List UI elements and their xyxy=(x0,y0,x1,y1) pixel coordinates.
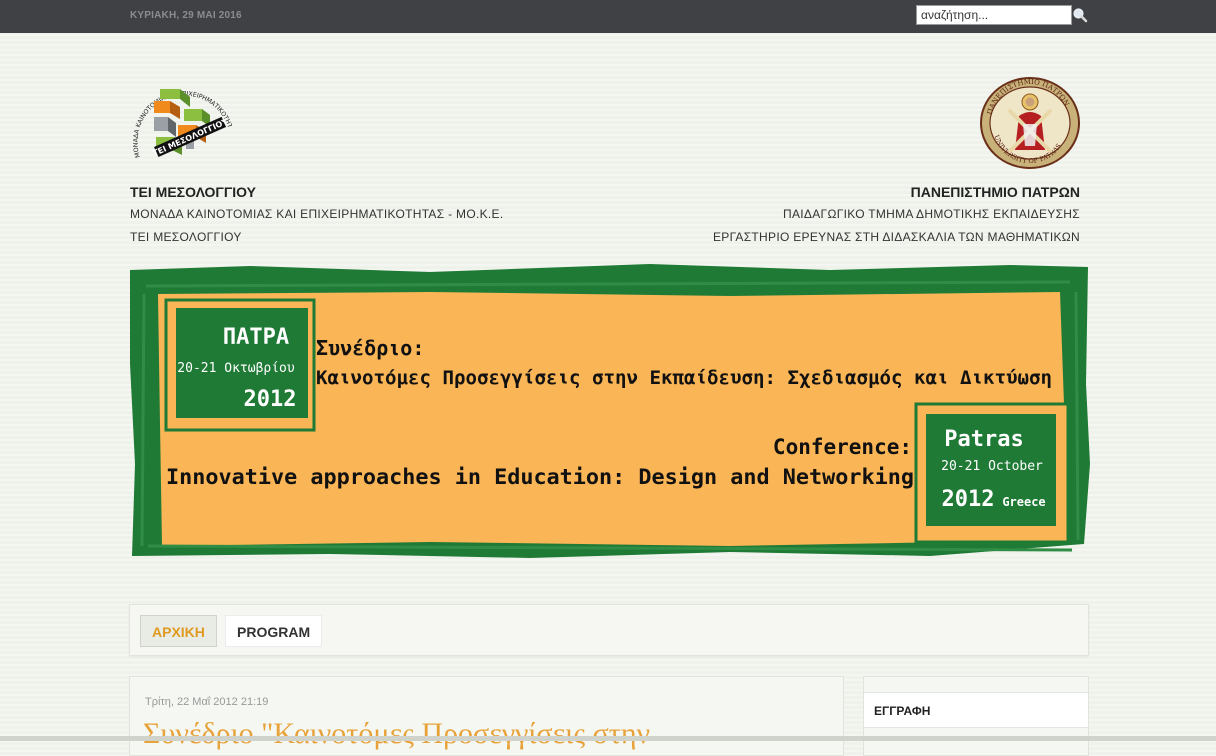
conference-banner[interactable]: ΠΑΤΡΑ 20-21 Οκτωβρίου 2012 Συνέδριο: Και… xyxy=(130,264,1090,560)
greek-dates: 20-21 Οκτωβρίου xyxy=(177,361,295,376)
sidebar-heading: ΕΓΓΡΑΦΗ xyxy=(874,704,931,718)
left-institution-unit: ΜΟΝΑΔΑ ΚΑΙΝΟΤΟΜΙΑΣ ΚΑΙ ΕΠΙΧΕΙΡΗΜΑΤΙΚΟΤΗΤ… xyxy=(130,207,504,221)
page-bottom-edge xyxy=(0,736,1216,741)
english-year: 2012 xyxy=(942,487,995,512)
top-bar: ΚΥΡΙΑΚΗ, 29 ΜΑΙ 2016 xyxy=(0,0,1216,33)
left-institution-title: ΤΕΙ ΜΕΣΟΛΟΓΓΙΟΥ xyxy=(130,184,256,200)
article-title[interactable]: Συνέδριο "Καινοτόμες Προσεγγίσεις στην xyxy=(143,717,650,751)
greek-conference-title: Καινοτόμες Προσεγγίσεις στην Εκπαίδευση:… xyxy=(316,368,1052,389)
search-icon[interactable] xyxy=(1072,7,1088,23)
main-navigation: ΑΡΧΙΚΗ PROGRAM xyxy=(129,604,1089,656)
tei-mesolongiou-logo[interactable]: ΜΟΝΑΔΑ ΚΑΙΝΟΤΟΜΙΑΣ & ΕΠΙΧΕΙΡΗΜΑΤΙΚΟΤΗΤΑΣ… xyxy=(126,70,233,173)
greek-date-box: ΠΑΤΡΑ 20-21 Οκτωβρίου 2012 xyxy=(164,298,316,432)
right-institution-title: ΠΑΝΕΠΙΣΤΗΜΙΟ ΠΑΤΡΩΝ xyxy=(910,184,1080,200)
english-date-box: Patras 20-21 October 2012 Greece xyxy=(914,402,1070,544)
english-country: Greece xyxy=(1002,495,1045,509)
nav-home[interactable]: ΑΡΧΙΚΗ xyxy=(140,615,217,647)
article-panel: Τρίτη, 22 Μαΐ 2012 21:19 Συνέδριο "Καινο… xyxy=(129,676,844,756)
right-institution-department: ΠΑΙΔΑΓΩΓΙΚΟ ΤΜΗΜΑ ΔΗΜΟΤΙΚΗΣ ΕΚΠΑΙΔΕΥΣΗΣ xyxy=(783,207,1080,221)
sidebar: ΕΓΓΡΑΦΗ xyxy=(863,676,1089,756)
english-city: Patras xyxy=(944,427,1023,452)
english-conference-label: Conference: xyxy=(773,435,912,459)
article-date: Τρίτη, 22 Μαΐ 2012 21:19 xyxy=(145,696,269,708)
nav-program[interactable]: PROGRAM xyxy=(225,615,323,647)
left-institution-subtitle: ΤΕΙ ΜΕΣΟΛΟΓΓΙΟΥ xyxy=(130,230,242,244)
search-input[interactable] xyxy=(916,5,1072,25)
greek-conference-label: Συνέδριο: xyxy=(316,336,424,360)
english-conference-title: Innovative approaches in Education: Desi… xyxy=(166,465,914,489)
english-dates: 20-21 October xyxy=(941,459,1043,474)
university-of-patras-seal[interactable]: ΠΑΝΕΠΙΣΤΗΜΙΟ ΠΑΤΡΩΝ UNIVERSITY OF PATRAS xyxy=(979,76,1081,170)
sidebar-registration-module: ΕΓΓΡΑΦΗ xyxy=(864,692,1088,728)
right-institution-lab: ΕΡΓΑΣΤΗΡΙΟ ΕΡΕΥΝΑΣ ΣΤΗ ΔΙΔΑΣΚΑΛΙΑ ΤΩΝ ΜΑ… xyxy=(712,230,1080,244)
greek-city: ΠΑΤΡΑ xyxy=(223,325,289,350)
greek-year: 2012 xyxy=(244,387,297,412)
current-date: ΚΥΡΙΑΚΗ, 29 ΜΑΙ 2016 xyxy=(130,10,242,21)
